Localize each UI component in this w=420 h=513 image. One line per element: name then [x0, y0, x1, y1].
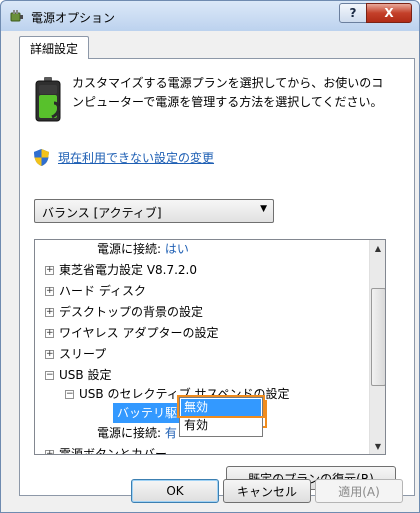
- tree-node-label: 電源ボタンとカバー: [59, 447, 168, 455]
- expand-icon[interactable]: +: [45, 266, 54, 275]
- power-plan-select[interactable]: バランス [アクティブ] ▼: [34, 199, 274, 223]
- setting-label: 電源に接続:: [97, 242, 162, 256]
- tree-value-row: 電源に接続: 有: [97, 423, 177, 443]
- vertical-scrollbar[interactable]: ▲ ▼: [369, 240, 385, 454]
- window-title: 電源オプション: [31, 11, 116, 25]
- apply-button[interactable]: 適用(A): [315, 479, 403, 503]
- tree-node-label: ワイヤレス アダプターの設定: [59, 326, 219, 340]
- power-plug-icon: [10, 10, 23, 22]
- tree-node-label: USB 設定: [59, 368, 112, 382]
- tree-node-label: スリープ: [59, 347, 107, 361]
- ok-button[interactable]: OK: [131, 479, 219, 503]
- setting-value-link[interactable]: はい: [165, 242, 189, 256]
- callout-highlight: [177, 395, 265, 418]
- expand-icon[interactable]: +: [45, 287, 54, 296]
- expand-icon[interactable]: +: [45, 308, 54, 317]
- tree-value-row: 電源に接続: はい: [97, 240, 189, 259]
- setting-value-link[interactable]: 有: [165, 426, 177, 440]
- collapse-icon[interactable]: −: [45, 371, 54, 380]
- battery-icon: [35, 77, 61, 122]
- expand-icon[interactable]: +: [45, 329, 54, 338]
- scroll-down-icon[interactable]: ▼: [370, 438, 385, 454]
- chevron-down-icon: ▼: [260, 204, 267, 214]
- help-button[interactable]: ?: [339, 3, 367, 23]
- expand-icon[interactable]: +: [45, 350, 54, 359]
- cancel-button[interactable]: キャンセル: [223, 479, 311, 503]
- tree-node-label: 東芝省電力設定 V8.7.2.0: [59, 263, 198, 277]
- tree-node-label: ハード ディスク: [59, 284, 146, 298]
- scroll-thumb[interactable]: [371, 288, 385, 386]
- change-unavailable-settings-link[interactable]: 現在利用できない設定の変更: [58, 149, 214, 166]
- scroll-up-icon[interactable]: ▲: [370, 240, 385, 256]
- tab-advanced-settings[interactable]: 詳細設定: [19, 36, 89, 59]
- expand-icon[interactable]: +: [45, 450, 54, 454]
- dropdown-option-enabled[interactable]: 有効: [181, 417, 261, 434]
- description-text: カスタマイズする電源プランを選択してから、お使いのコンピューターで電源を管理する…: [72, 76, 384, 109]
- dialog-content: 詳細設定 カスタマイズする電源プランを選択してから、お使いのコンピューターで電源…: [9, 31, 415, 511]
- close-button[interactable]: X: [366, 3, 412, 23]
- uac-shield-icon: [34, 149, 49, 166]
- tree-node-label: デスクトップの背景の設定: [59, 305, 204, 319]
- power-plan-value: バランス [アクティブ]: [42, 206, 162, 220]
- setting-label: 電源に接続:: [97, 426, 162, 440]
- title-bar[interactable]: 電源オプション ? X: [1, 1, 419, 31]
- collapse-icon[interactable]: −: [65, 390, 74, 399]
